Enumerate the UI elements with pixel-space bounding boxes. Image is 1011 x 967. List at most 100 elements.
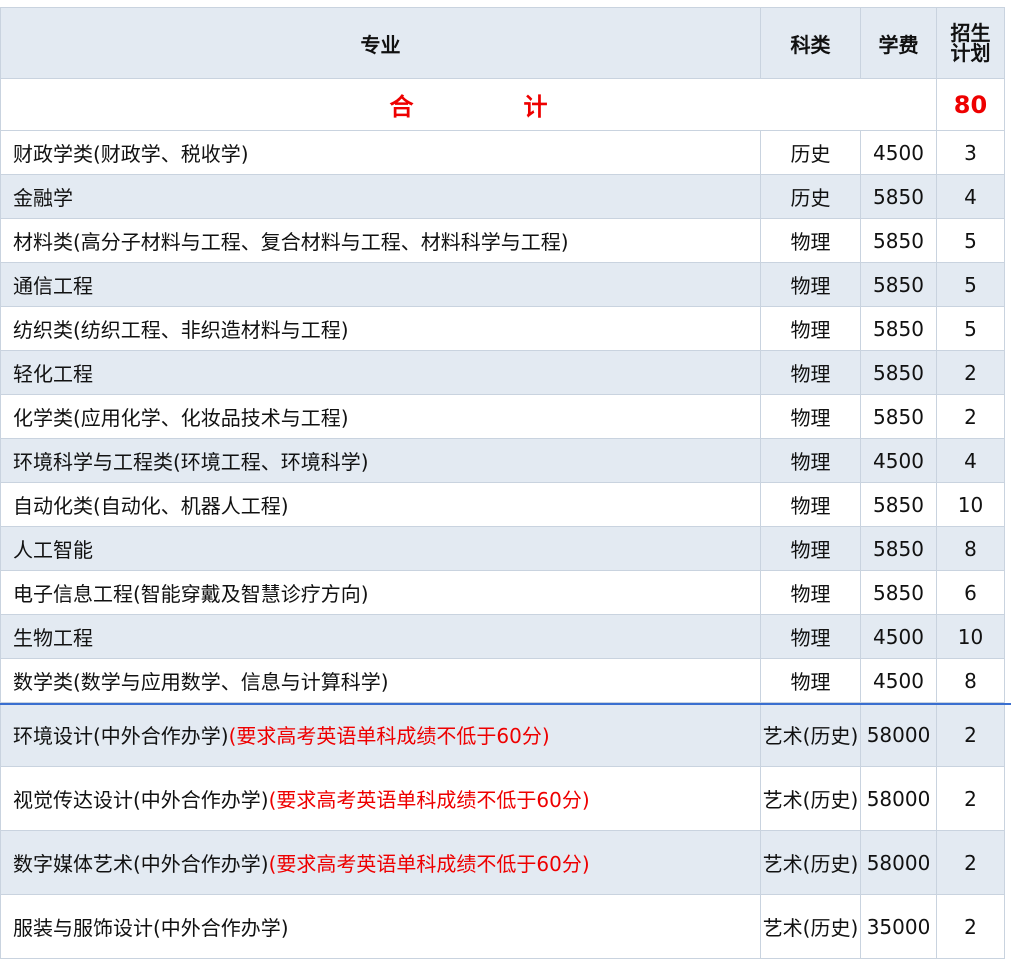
category-cell: 物理 [760, 570, 861, 615]
english-requirement-note: (要求高考英语单科成绩不低于60分) [268, 852, 590, 876]
plan-cell: 4 [936, 438, 1005, 483]
major-cell: 材料类(高分子材料与工程、复合材料与工程、材料科学与工程) [0, 218, 761, 263]
table-row: 环境科学与工程类(环境工程、环境科学) 物理 4500 4 [0, 438, 1005, 483]
fee-cell: 35000 [860, 894, 937, 959]
major-cell: 环境科学与工程类(环境工程、环境科学) [0, 438, 761, 483]
category-cell: 历史 [760, 130, 861, 175]
header-fee: 学费 [860, 7, 937, 79]
fee-cell: 4500 [860, 438, 937, 483]
english-requirement-note: (要求高考英语单科成绩不低于60分) [268, 788, 590, 812]
major-name: 化学类(应用化学、化妆品技术与工程) [13, 406, 349, 430]
major-cell: 数学类(数学与应用数学、信息与计算科学) [0, 658, 761, 703]
category-cell: 物理 [760, 350, 861, 395]
major-cell: 金融学 [0, 174, 761, 219]
total-row: 合计 80 [0, 78, 1005, 131]
major-cell: 财政学类(财政学、税收学) [0, 130, 761, 175]
category-cell: 物理 [760, 658, 861, 703]
table-row: 通信工程 物理 5850 5 [0, 262, 1005, 307]
table-row: 轻化工程 物理 5850 2 [0, 350, 1005, 395]
major-name: 生物工程 [13, 626, 93, 650]
fee-cell: 5850 [860, 174, 937, 219]
plan-cell: 5 [936, 218, 1005, 263]
header-plan-line1: 招生 [950, 21, 991, 45]
header-plan: 招生 计划 [936, 7, 1005, 79]
category-cell: 物理 [760, 438, 861, 483]
total-value: 80 [936, 78, 1005, 131]
plan-cell: 2 [936, 894, 1005, 959]
major-cell: 自动化类(自动化、机器人工程) [0, 482, 761, 527]
major-name: 材料类(高分子材料与工程、复合材料与工程、材料科学与工程) [13, 230, 569, 254]
english-requirement-note: (要求高考英语单科成绩不低于60分) [228, 724, 550, 748]
major-name: 数字媒体艺术(中外合作办学) [13, 852, 269, 876]
category-cell: 物理 [760, 482, 861, 527]
major-name: 电子信息工程(智能穿戴及智慧诊疗方向) [13, 582, 369, 606]
header-major: 专业 [0, 7, 761, 79]
fee-cell: 5850 [860, 570, 937, 615]
major-cell: 轻化工程 [0, 350, 761, 395]
table-header-row: 专业 科类 学费 招生 计划 [0, 7, 1005, 79]
category-cell: 艺术(历史) [760, 766, 861, 831]
total-label-char2: 计 [523, 93, 548, 121]
major-cell: 化学类(应用化学、化妆品技术与工程) [0, 394, 761, 439]
major-name: 自动化类(自动化、机器人工程) [13, 494, 289, 518]
major-cell: 人工智能 [0, 526, 761, 571]
category-cell: 物理 [760, 262, 861, 307]
plan-cell: 5 [936, 262, 1005, 307]
fee-cell: 5850 [860, 482, 937, 527]
fee-cell: 5850 [860, 526, 937, 571]
category-cell: 历史 [760, 174, 861, 219]
section-divider-line [0, 703, 1011, 705]
table-row: 服装与服饰设计(中外合作办学) 艺术(历史) 35000 2 [0, 894, 1005, 959]
plan-cell: 8 [936, 658, 1005, 703]
plan-cell: 2 [936, 350, 1005, 395]
fee-cell: 58000 [860, 766, 937, 831]
table-row: 数学类(数学与应用数学、信息与计算科学) 物理 4500 8 [0, 658, 1005, 703]
plan-cell: 8 [936, 526, 1005, 571]
plan-cell: 6 [936, 570, 1005, 615]
table-row: 自动化类(自动化、机器人工程) 物理 5850 10 [0, 482, 1005, 527]
major-cell: 电子信息工程(智能穿戴及智慧诊疗方向) [0, 570, 761, 615]
major-cell: 生物工程 [0, 614, 761, 659]
major-cell: 服装与服饰设计(中外合作办学) [0, 894, 761, 959]
plan-cell: 10 [936, 482, 1005, 527]
total-label-char1: 合 [389, 93, 414, 121]
category-cell: 物理 [760, 306, 861, 351]
category-cell: 艺术(历史) [760, 830, 861, 895]
major-name: 环境设计(中外合作办学) [13, 724, 229, 748]
fee-cell: 4500 [860, 614, 937, 659]
major-name: 视觉传达设计(中外合作办学) [13, 788, 269, 812]
major-name: 环境科学与工程类(环境工程、环境科学) [13, 450, 369, 474]
fee-cell: 4500 [860, 658, 937, 703]
major-cell: 通信工程 [0, 262, 761, 307]
major-name: 人工智能 [13, 538, 93, 562]
table-row: 纺织类(纺织工程、非织造材料与工程) 物理 5850 5 [0, 306, 1005, 351]
major-name: 金融学 [13, 186, 73, 210]
header-plan-line2: 计划 [950, 41, 991, 65]
fee-cell: 5850 [860, 350, 937, 395]
plan-cell: 2 [936, 830, 1005, 895]
major-name: 财政学类(财政学、税收学) [13, 142, 249, 166]
table-row: 数字媒体艺术(中外合作办学)(要求高考英语单科成绩不低于60分) 艺术(历史) 58… [0, 830, 1005, 895]
category-cell: 艺术(历史) [760, 894, 861, 959]
fee-cell: 5850 [860, 306, 937, 351]
fee-cell: 58000 [860, 830, 937, 895]
major-cell: 视觉传达设计(中外合作办学)(要求高考英语单科成绩不低于60分) [0, 766, 761, 831]
table-row: 金融学 历史 5850 4 [0, 174, 1005, 219]
plan-cell: 2 [936, 702, 1005, 767]
major-cell: 纺织类(纺织工程、非织造材料与工程) [0, 306, 761, 351]
plan-cell: 2 [936, 766, 1005, 831]
table-row: 人工智能 物理 5850 8 [0, 526, 1005, 571]
major-cell: 数字媒体艺术(中外合作办学)(要求高考英语单科成绩不低于60分) [0, 830, 761, 895]
fee-cell: 5850 [860, 262, 937, 307]
plan-cell: 4 [936, 174, 1005, 219]
table-row: 生物工程 物理 4500 10 [0, 614, 1005, 659]
table-row: 化学类(应用化学、化妆品技术与工程) 物理 5850 2 [0, 394, 1005, 439]
table-row: 电子信息工程(智能穿戴及智慧诊疗方向) 物理 5850 6 [0, 570, 1005, 615]
major-cell: 环境设计(中外合作办学)(要求高考英语单科成绩不低于60分) [0, 702, 761, 767]
header-category: 科类 [760, 7, 861, 79]
fee-cell: 5850 [860, 394, 937, 439]
major-name: 通信工程 [13, 274, 93, 298]
total-label: 合计 [0, 78, 937, 131]
major-name: 纺织类(纺织工程、非织造材料与工程) [13, 318, 349, 342]
major-name: 数学类(数学与应用数学、信息与计算科学) [13, 670, 389, 694]
